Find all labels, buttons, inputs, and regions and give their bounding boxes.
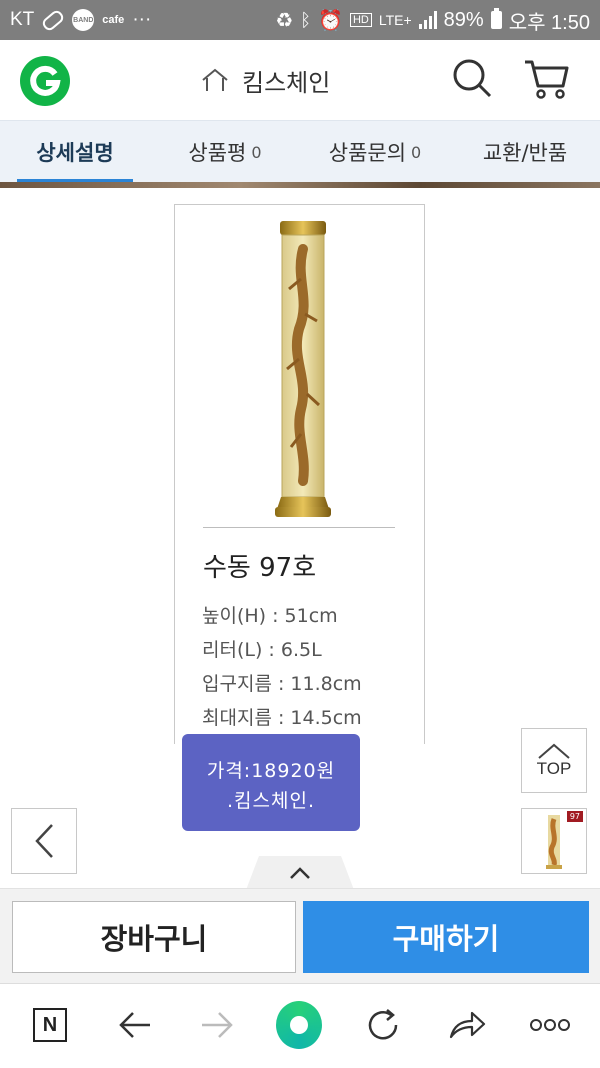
status-bar: KT BAND cafe ··· ♻ ᛒ ⏰ HD LTE+ 89% 오후 1:… [0,0,600,40]
search-icon[interactable] [452,58,492,98]
more-menu-button[interactable] [527,1002,573,1048]
seller-text: .킴스체인. [227,790,315,812]
price-text: 가격:18920원 [206,760,336,782]
product-detail-card: 수동 97호 높이(H) : 51cm 리터(L) : 6.5L 입구지름 : … [174,204,425,744]
tab-label: 상품문의 [328,141,407,165]
tab-label: 상세설명 [36,141,114,165]
more-dots-icon [530,1019,570,1031]
chevron-up-icon [290,867,310,879]
home-icon [202,68,228,91]
tab-label: 교환/반품 [482,141,568,165]
clock-time: 오후 1:50 [508,11,590,34]
back-button[interactable] [11,808,77,874]
lte-label: LTE+ [378,12,412,28]
browser-forward-button[interactable] [194,1002,240,1048]
product-tabs: 상세설명 상품평 0 상품문의 0 교환/반품 [0,120,600,183]
hd-icon: HD [349,13,372,27]
chevron-left-icon [35,824,53,858]
chevron-up-icon [538,743,570,759]
refresh-icon [368,1009,398,1040]
add-to-cart-button[interactable]: 장바구니 [12,901,296,973]
card-divider [203,527,395,528]
band-app-icon: BAND [72,9,95,31]
thumb-badge: 97 [566,811,583,822]
tab-count: 0 [411,142,422,162]
naver-home-button[interactable]: N [27,1002,73,1048]
naver-n-icon: N [33,1008,67,1042]
recycle-icon: ♻ [275,9,294,32]
browser-navigation-bar: N [0,983,600,1068]
green-dot-button[interactable] [276,1001,322,1049]
bluetooth-icon: ᛒ [300,9,312,30]
pill-icon [40,7,66,33]
spec-max-diameter: 최대지름 : 14.5cm [202,707,362,729]
recent-item-thumbnail[interactable]: 97 [521,808,587,874]
share-icon [449,1011,486,1039]
tab-description[interactable]: 상세설명 [0,121,150,183]
logo-glyph [30,65,61,96]
tab-exchange-return[interactable]: 교환/반품 [450,121,600,183]
alarm-icon: ⏰ [318,9,343,32]
app-header: 킴스체인 [0,40,600,120]
spec-liter: 리터(L) : 6.5L [202,639,322,661]
gmarket-logo-icon[interactable] [20,56,70,106]
product-model-name: 수동 97호 [203,553,317,583]
arrow-left-icon [119,1012,150,1038]
scroll-top-button[interactable]: TOP [521,728,587,793]
share-button[interactable] [444,1002,490,1048]
top-label: TOP [536,758,572,778]
buy-now-button[interactable]: 구매하기 [303,901,589,973]
spec-height: 높이(H) : 51cm [202,605,338,627]
browser-back-button[interactable] [112,1002,158,1048]
green-dot-icon [276,1001,322,1049]
signal-icon [418,11,437,29]
tab-questions[interactable]: 상품문의 0 [300,121,450,183]
expand-handle[interactable] [246,856,354,890]
store-title: 킴스체인 [242,68,331,97]
cafe-app-label: cafe [102,14,125,26]
more-notifications-icon: ··· [132,9,152,30]
cart-icon[interactable] [523,58,569,100]
tab-label: 상품평 [188,141,247,165]
glass-jar-image [275,221,331,517]
banner-strip-image [0,182,600,188]
price-popup: 가격:18920원 .킴스체인. [182,734,360,831]
tab-count: 0 [251,142,262,162]
purchase-action-bar: 장바구니 구매하기 [0,888,600,984]
refresh-button[interactable] [360,1002,406,1048]
battery-icon [490,8,502,29]
spec-mouth-diameter: 입구지름 : 11.8cm [202,673,362,695]
tab-reviews[interactable]: 상품평 0 [150,121,300,183]
arrow-right-icon [202,1012,233,1038]
battery-percent: 89% [443,8,484,31]
carrier-label: KT [10,9,35,30]
store-home-link[interactable]: 킴스체인 [200,62,330,98]
